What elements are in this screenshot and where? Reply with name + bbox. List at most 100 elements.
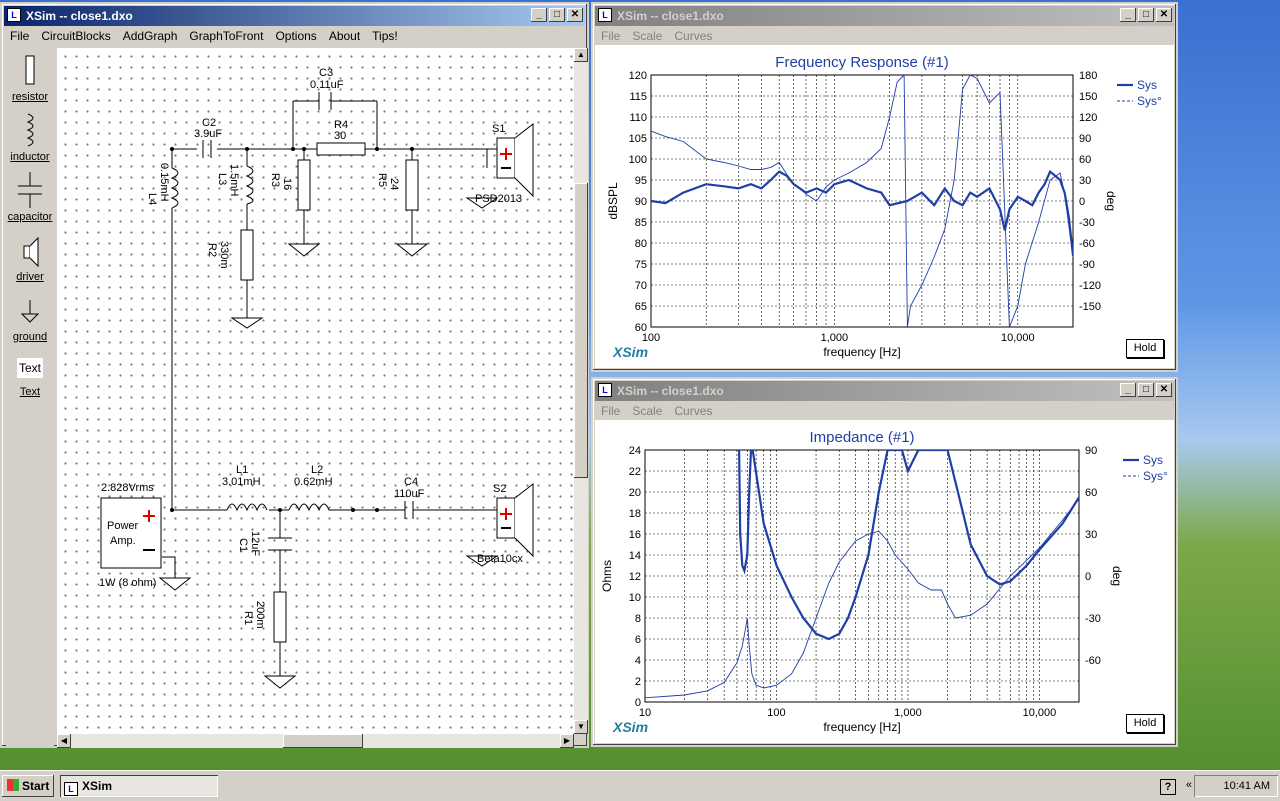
- close-button[interactable]: ✕: [567, 8, 583, 22]
- menu-file[interactable]: File: [595, 404, 626, 418]
- tool-capacitor-label: capacitor: [7, 211, 53, 223]
- start-button[interactable]: Start: [2, 775, 54, 797]
- ground-symbols: [158, 197, 499, 689]
- tool-resistor-label: resistor: [11, 91, 49, 103]
- menu-scale[interactable]: Scale: [626, 29, 668, 43]
- schematic-horizontal-scrollbar[interactable]: ◀ ▶: [57, 734, 574, 748]
- tray-chevron-icon[interactable]: «: [1186, 779, 1192, 791]
- label-amp-1: Power: [107, 520, 139, 532]
- resistor-r3[interactable]: [297, 159, 311, 211]
- resistor-r4[interactable]: [316, 142, 366, 156]
- inductor-l2[interactable]: [288, 503, 337, 512]
- menu-addgraph[interactable]: AddGraph: [117, 29, 184, 43]
- tool-ground-label: ground: [12, 331, 48, 343]
- label-l1-value: 3.01mH: [222, 476, 261, 488]
- label-l4: L4: [146, 193, 158, 205]
- tool-text[interactable]: Text Text: [6, 358, 54, 398]
- horizontal-scroll-thumb[interactable]: [283, 734, 363, 748]
- x-tick-label: 10,000: [1023, 707, 1057, 719]
- capacitor-c2[interactable]: [202, 140, 212, 158]
- vertical-scroll-thumb[interactable]: [574, 183, 588, 478]
- menu-about[interactable]: About: [323, 29, 366, 43]
- chart-title: Impedance (#1): [809, 429, 914, 446]
- scroll-left-button[interactable]: ◀: [57, 734, 71, 748]
- menu-graphtofront[interactable]: GraphToFront: [183, 29, 269, 43]
- schematic-drawing: C3 0.11uF C2 3.9uF R4 30 S1 PSD2013 L4 0…: [99, 67, 534, 689]
- tool-resistor[interactable]: resistor: [6, 54, 54, 103]
- resistor-r2[interactable]: [240, 229, 254, 281]
- x-axis-label: frequency [Hz]: [823, 720, 900, 734]
- taskbar: Start L XSim ? « 10:41 AM: [0, 770, 1280, 801]
- menu-tips[interactable]: Tips!: [366, 29, 404, 43]
- power-amp-block[interactable]: [100, 497, 162, 569]
- label-r3: R3: [269, 173, 281, 187]
- y-tick-label: 95: [635, 175, 647, 187]
- tool-capacitor[interactable]: capacitor: [6, 172, 54, 223]
- scroll-right-button[interactable]: ▶: [560, 734, 574, 748]
- label-c1-value: 12uF: [249, 531, 261, 556]
- scroll-up-button[interactable]: ▲: [574, 48, 588, 62]
- minimize-button[interactable]: _: [531, 8, 547, 22]
- inductor-l4[interactable]: [170, 167, 179, 209]
- start-label: Start: [22, 779, 50, 793]
- windows-logo-icon: [7, 779, 19, 791]
- menu-curves[interactable]: Curves: [668, 404, 718, 418]
- taskbar-item-xsim[interactable]: L XSim: [60, 775, 218, 797]
- menu-circuitblocks[interactable]: CircuitBlocks: [35, 29, 116, 43]
- y2-tick-label: 0: [1085, 571, 1091, 583]
- capacitor-c3[interactable]: [318, 92, 332, 110]
- x-tick-label: 1,000: [821, 332, 849, 344]
- legend: Sys Sys°: [1117, 78, 1162, 108]
- label-r2: R2: [206, 243, 218, 257]
- grid-lines: [651, 75, 1073, 327]
- hold-button[interactable]: Hold: [1126, 339, 1164, 358]
- y2-axis-label: deg: [1110, 566, 1124, 586]
- inductor-l3[interactable]: [245, 165, 254, 205]
- label-source: 2.828Vrms: [101, 482, 154, 494]
- tool-text-label: Text: [19, 386, 41, 398]
- y-axis-label: Ohms: [600, 560, 614, 592]
- impedance-chart[interactable]: Impedance (#1)10 100 1,000 10,0000246810121…: [595, 420, 1178, 745]
- maximize-button[interactable]: □: [549, 8, 565, 22]
- app-icon[interactable]: L: [7, 8, 21, 22]
- schematic-canvas[interactable]: C3 0.11uF C2 3.9uF R4 30 S1 PSD2013 L4 0…: [57, 48, 574, 734]
- menu-scale[interactable]: Scale: [626, 404, 668, 418]
- label-s2-model: Beta10cx: [477, 553, 523, 565]
- frequency-titlebar[interactable]: L XSim -- close1.dxo _ □ ✕: [595, 6, 1174, 26]
- main-titlebar[interactable]: L XSim -- close1.dxo _ □ ✕: [4, 6, 585, 26]
- minimize-button[interactable]: _: [1120, 8, 1136, 22]
- tool-driver[interactable]: driver: [6, 236, 54, 283]
- menu-curves[interactable]: Curves: [668, 29, 718, 43]
- y2-tick-label: 90: [1085, 445, 1097, 457]
- app-icon[interactable]: L: [598, 8, 612, 22]
- capacitor-c1[interactable]: [268, 537, 292, 551]
- help-icon[interactable]: ?: [1160, 779, 1176, 795]
- minimize-button[interactable]: _: [1120, 383, 1136, 397]
- y-tick-label: 85: [635, 217, 647, 229]
- y2-tick-label: 60: [1085, 487, 1097, 499]
- resistor-r1[interactable]: [273, 591, 287, 643]
- menu-file[interactable]: File: [4, 29, 35, 43]
- app-icon[interactable]: L: [598, 383, 612, 397]
- maximize-button[interactable]: □: [1138, 8, 1154, 22]
- maximize-button[interactable]: □: [1138, 383, 1154, 397]
- inductor-l1[interactable]: [226, 503, 268, 512]
- impedance-titlebar[interactable]: L XSim -- close1.dxo _ □ ✕: [595, 381, 1174, 401]
- close-button[interactable]: ✕: [1156, 383, 1172, 397]
- scroll-down-button[interactable]: ▼: [574, 720, 588, 734]
- frequency-response-chart[interactable]: Frequency Response (#1) 100 1,000 10,000 60 6…: [595, 45, 1178, 370]
- taskbar-item-label: XSim: [82, 779, 113, 793]
- capacitor-c4[interactable]: [404, 501, 421, 519]
- schematic-vertical-scrollbar[interactable]: ▲ ▼: [574, 48, 588, 734]
- resistor-r5[interactable]: [405, 159, 419, 211]
- y2-tick-label: 60: [1079, 154, 1091, 166]
- y-tick-label: 14: [629, 550, 641, 562]
- menu-options[interactable]: Options: [269, 29, 322, 43]
- menu-file[interactable]: File: [595, 29, 626, 43]
- close-button[interactable]: ✕: [1156, 8, 1172, 22]
- y2-tick-label: 0: [1079, 196, 1085, 208]
- tool-ground[interactable]: ground: [6, 298, 54, 343]
- label-l4-value: 0.15mH: [158, 163, 170, 202]
- tool-inductor[interactable]: inductor: [6, 112, 54, 163]
- hold-button[interactable]: Hold: [1126, 714, 1164, 733]
